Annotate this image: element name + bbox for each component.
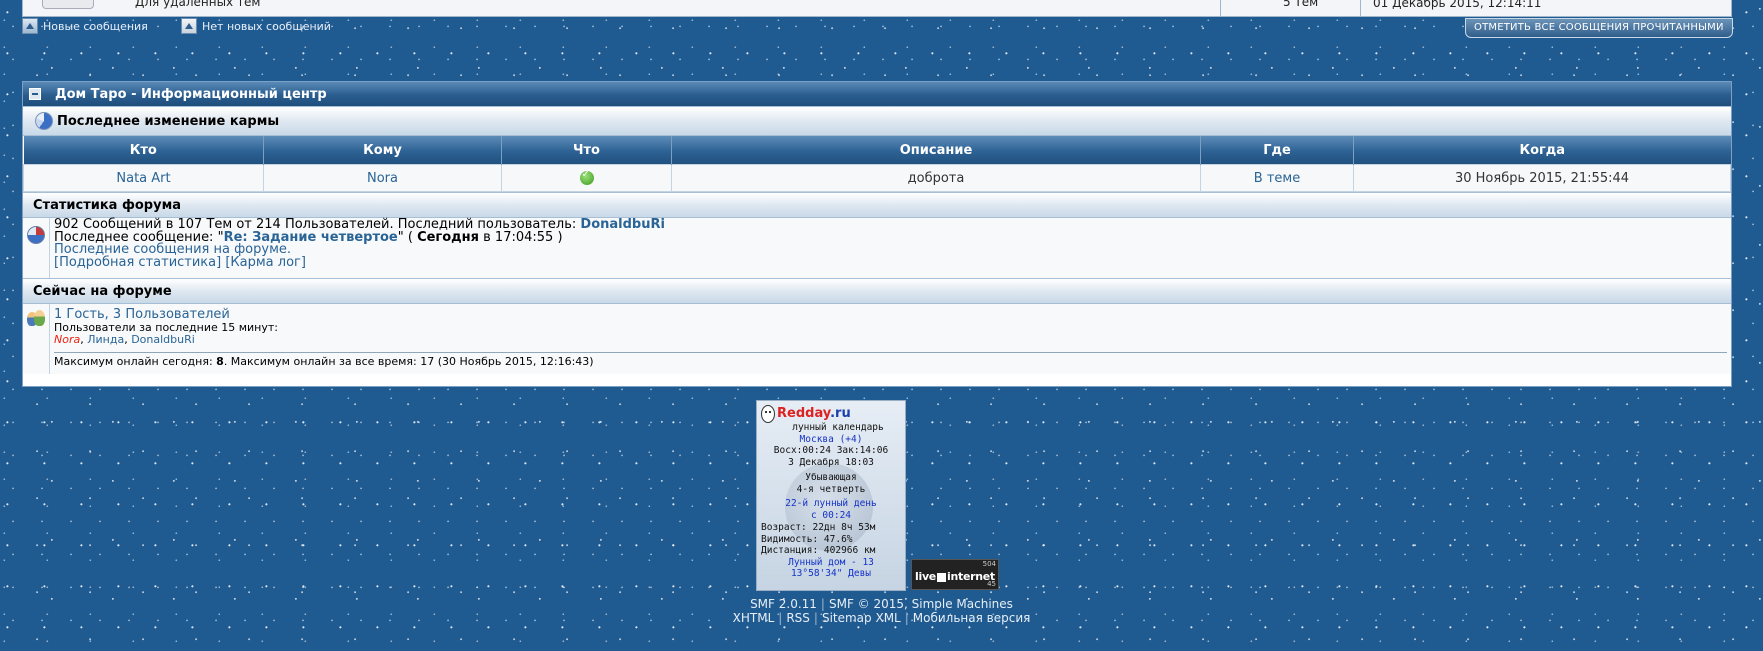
board-row-button[interactable] xyxy=(42,0,94,9)
column-divider xyxy=(1360,0,1361,17)
redday-logo: Redday.ru xyxy=(761,405,851,423)
redday-brand: Redday.ru xyxy=(777,406,851,422)
moon-quarter: 4-я четверть xyxy=(796,483,866,495)
max-today-value: 8 xyxy=(216,355,224,368)
karma-where-link[interactable]: В теме xyxy=(1254,171,1300,186)
last-post-time: в 17:04:55 ) xyxy=(479,229,563,245)
online-user-link[interactable]: Nora xyxy=(54,333,80,346)
liveinternet-counter[interactable]: 504 live internet 45 xyxy=(911,559,999,590)
moon-subtitle: лунный календарь xyxy=(792,422,884,433)
legend-no-new-posts-label: Нет новых сообщений xyxy=(202,19,331,33)
latest-member-link[interactable]: DonaldbuRi xyxy=(580,217,665,232)
footer-links: XHTML | RSS | Sitemap XML | Мобильная версия xyxy=(732,611,1031,625)
legend-no-new-posts: Нет новых сообщений xyxy=(181,18,331,34)
karma-table: Кто Кому Что Описание Где Когда Nata Art… xyxy=(23,136,1731,192)
stats-pie-icon xyxy=(27,226,45,244)
forum-stats-heading: Статистика форума xyxy=(23,192,1731,218)
counter-top-number: 504 xyxy=(982,560,996,568)
footer-copyright: SMF 2.0.11 | SMF © 2015, Simple Machines xyxy=(750,597,1013,611)
col-header-what: Что xyxy=(501,136,672,165)
moon-info: лунный календарь Москва (+4) Восх:00:24 … xyxy=(757,422,905,580)
collapse-icon[interactable] xyxy=(29,88,41,100)
moon-distance: Дистанция: 402966 км xyxy=(761,545,876,556)
online-heading-label: Сейчас на форуме xyxy=(33,283,172,299)
max-all-label: . Максимум онлайн за все время: 17 (30 Н… xyxy=(223,355,594,368)
karma-whom-link[interactable]: Nora xyxy=(367,171,398,186)
moon-lunar-house: Лунный дом - 13 xyxy=(788,556,874,568)
detailed-stats-link[interactable]: [Подробная статистика] xyxy=(54,255,221,270)
forum-stats-content: 902 Сообщений в 107 Тем от 214 Пользоват… xyxy=(50,218,1731,278)
rss-link[interactable]: RSS xyxy=(786,611,810,625)
karma-log-link[interactable]: [Карма лог] xyxy=(225,255,306,270)
online-body: 1 Гость, 3 Пользователей Пользователи за… xyxy=(23,304,1731,374)
board-topics-count: 5 Тем xyxy=(1283,0,1319,9)
no-new-posts-icon xyxy=(181,18,197,34)
smf-version-link[interactable]: SMF 2.0.11 xyxy=(750,597,817,611)
col-header-description: Описание xyxy=(671,136,1201,165)
karma-what-cell xyxy=(501,164,672,192)
forum-stats-body: 902 Сообщений в 107 Тем от 214 Пользоват… xyxy=(23,218,1731,278)
col-header-where: Где xyxy=(1200,136,1354,165)
moon-rise-set: Восх:00:24 Зак:14:06 xyxy=(773,445,889,456)
col-header-whom: Кому xyxy=(263,136,502,165)
liveinternet-box-icon xyxy=(936,572,946,582)
guests-users-link[interactable]: 1 Гость, 3 Пользователей xyxy=(54,307,230,322)
info-center-title: Дом Таро - Информационный центр xyxy=(55,86,327,102)
moon-visibility: Видимость: 47.6% xyxy=(761,533,853,545)
karma-pie-icon xyxy=(35,112,53,130)
sitemap-link[interactable]: Sitemap XML xyxy=(822,611,901,625)
smf-copyright-link[interactable]: SMF © 2015, Simple Machines xyxy=(829,597,1013,611)
column-divider xyxy=(1220,0,1221,17)
karma-heading: Последнее изменение кармы xyxy=(23,106,1731,136)
online-users-list: Nora, Линда, DonaldbuRi xyxy=(54,333,195,346)
karma-who-cell: Nata Art xyxy=(23,164,264,192)
board-row-text: Для удаленных тем xyxy=(135,0,261,9)
moon-phase: Убывающая xyxy=(805,472,857,483)
last-post-day: Сегодня xyxy=(417,229,479,245)
stats-last-post-line: Последнее сообщение: "Re: Задание четвер… xyxy=(54,229,563,245)
online-icon-column xyxy=(23,304,50,374)
moon-age: Возраст: 22дн 8ч 53м xyxy=(761,522,876,533)
moon-position: 13°58'34" Девы xyxy=(790,568,872,579)
mobile-version-link[interactable]: Мобильная версия xyxy=(913,611,1031,625)
max-today-label: Максимум онлайн сегодня: xyxy=(54,355,217,368)
karma-whom-cell: Nora xyxy=(263,164,502,192)
karma-when-cell: 30 Ноябрь 2015, 21:55:44 xyxy=(1353,164,1731,192)
moon-date: 3 Декабря 18:03 xyxy=(788,456,874,468)
last-15-minutes-label: Пользователи за последние 15 минут: xyxy=(54,321,278,334)
karma-heading-label: Последнее изменение кармы xyxy=(57,113,280,129)
online-user-link[interactable]: DonaldbuRi xyxy=(131,333,195,346)
stats-icon-column xyxy=(23,218,50,278)
info-center-header: Дом Таро - Информационный центр xyxy=(23,82,1731,106)
karma-who-link[interactable]: Nata Art xyxy=(116,171,170,186)
forum-stats-heading-label: Статистика форума xyxy=(33,197,181,213)
moon-lunar-day-since: с 00:24 xyxy=(810,509,852,521)
moon-city: Москва (+4) xyxy=(799,433,863,445)
karma-where-cell: В теме xyxy=(1200,164,1354,192)
board-last-post-date: 01 Декабрь 2015, 12:14:11 xyxy=(1373,0,1542,10)
moon-lunar-day: 22-й лунный день xyxy=(785,498,877,509)
karma-plus-icon xyxy=(579,169,594,185)
online-user-link[interactable]: Линда xyxy=(87,333,124,346)
xhtml-link[interactable]: XHTML xyxy=(733,611,775,625)
counter-bottom-number: 45 xyxy=(987,580,996,588)
liveinternet-brand: live internet xyxy=(915,570,995,583)
karma-description-cell: доброта xyxy=(671,164,1201,192)
new-posts-icon xyxy=(22,18,38,34)
users-online-icon xyxy=(26,310,46,328)
legend-new-posts: Новые сообщения xyxy=(22,18,148,34)
info-center-panel: Дом Таро - Информационный центр Последне… xyxy=(22,81,1732,387)
legend-new-posts-label: Новые сообщения xyxy=(43,19,148,33)
online-heading: Сейчас на форуме xyxy=(23,278,1731,304)
moon-calendar-widget[interactable]: Redday.ru лунный календарь Москва (+4) В… xyxy=(756,400,906,591)
mark-all-read-button[interactable]: ОТМЕТИТЬ ВСЕ СООБЩЕНИЯ ПРОЧИТАННЫМИ xyxy=(1465,18,1733,38)
redday-face-icon xyxy=(761,405,775,423)
col-header-when: Когда xyxy=(1353,136,1731,165)
table-row: Nata Art Nora доброта В теме 30 Ноябрь 2… xyxy=(23,164,1731,192)
col-header-who: Кто xyxy=(23,136,264,165)
max-online-line: Максимум онлайн сегодня: 8. Максимум онл… xyxy=(54,352,1727,369)
online-content: 1 Гость, 3 Пользователей Пользователи за… xyxy=(50,304,1731,374)
